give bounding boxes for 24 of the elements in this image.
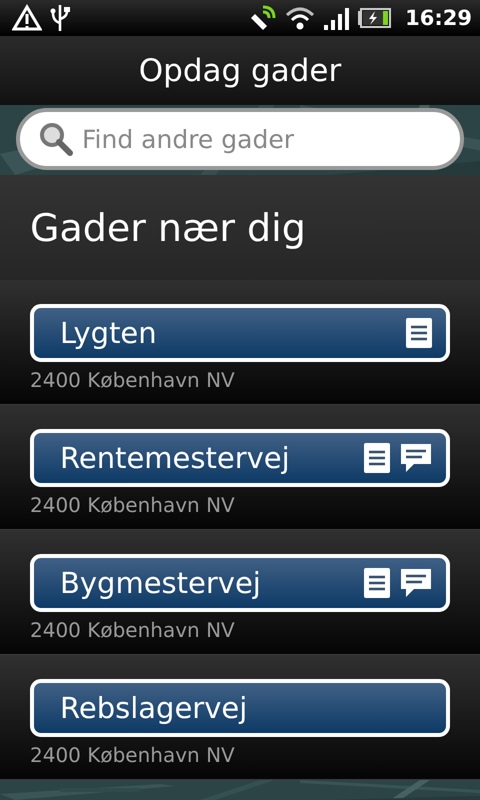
warning-icon	[12, 4, 42, 32]
wifi-icon	[285, 5, 316, 31]
street-button[interactable]: Bygmestervej	[30, 554, 450, 612]
satellite-icon	[249, 4, 278, 32]
clock-time: 16:29	[405, 6, 472, 30]
search-icon	[38, 121, 74, 157]
street-address: 2400 København NV	[30, 618, 236, 642]
street-button[interactable]: Rebslagervej	[30, 679, 450, 737]
street-button[interactable]: Lygten	[30, 304, 450, 362]
list-item[interactable]: Lygten 2400 København NV	[0, 280, 480, 405]
street-address: 2400 København NV	[30, 493, 236, 517]
battery-icon	[357, 8, 392, 28]
signal-icon	[323, 6, 350, 30]
street-address: 2400 København NV	[30, 743, 236, 767]
screen-title: Opdag gader	[138, 52, 342, 88]
list-item[interactable]: Bygmestervej 2400 København NV	[0, 530, 480, 655]
search-input[interactable]: Find andre gader	[80, 124, 442, 154]
search-field[interactable]: Find andre gader	[16, 108, 464, 170]
usb-icon	[50, 3, 70, 33]
street-button[interactable]: Rentemestervej	[30, 429, 450, 487]
street-address: 2400 København NV	[30, 368, 236, 392]
section-heading: Gader nær dig	[30, 206, 306, 250]
list-item[interactable]: Rentemestervej 2400 København NV	[0, 405, 480, 530]
list-item[interactable]: Rebslagervej 2400 København NV	[0, 655, 480, 780]
